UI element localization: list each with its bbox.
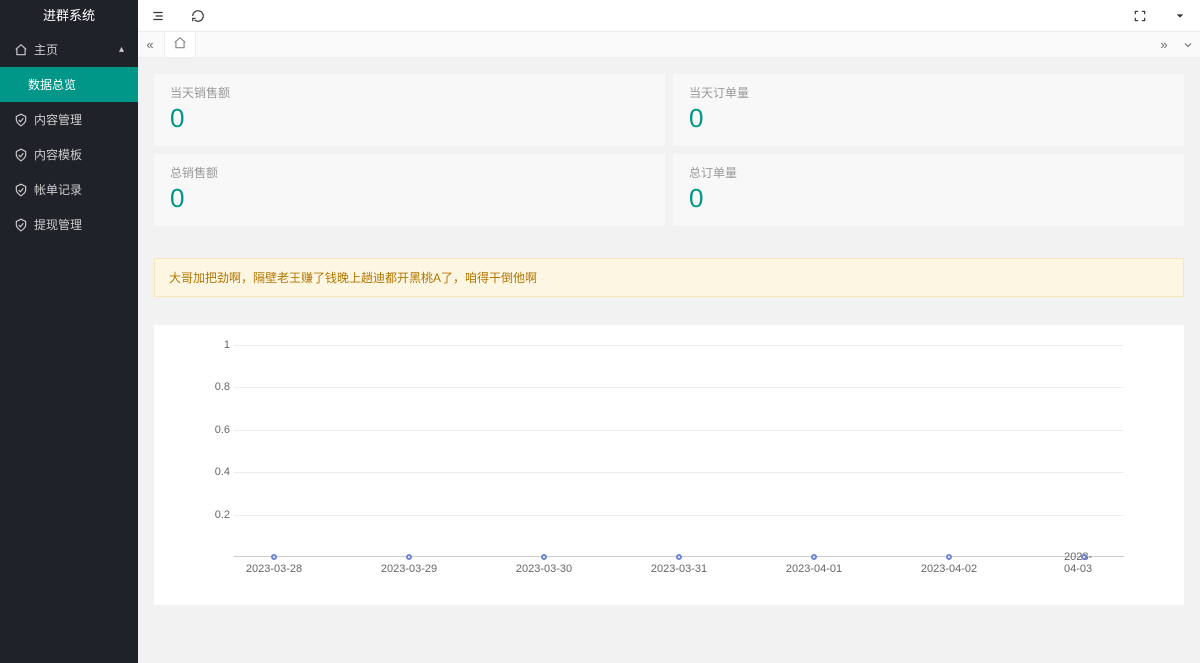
nav-item-label: 内容管理 (34, 111, 82, 128)
tab-home[interactable] (164, 31, 196, 57)
chart-point (946, 554, 952, 560)
stat-today-orders: 当天订单量 0 (673, 74, 1184, 146)
nav-item-label: 提现管理 (34, 216, 82, 233)
shield-icon (14, 148, 28, 162)
shield-icon (14, 183, 28, 197)
nav-item-label: 内容模板 (34, 146, 82, 163)
chart-point (541, 554, 547, 560)
chart-x-tick: 2023-03-31 (651, 563, 707, 575)
home-icon (173, 36, 187, 53)
stat-label: 当天销售额 (170, 84, 649, 101)
nav-item-data-overview[interactable]: 数据总览 (0, 67, 138, 102)
chart-x-tick: 2023-03-28 (246, 563, 302, 575)
stat-value: 0 (170, 183, 649, 214)
chart-point (406, 554, 412, 560)
tabs-scroll-left-button[interactable]: « (138, 32, 162, 57)
chart-point (676, 554, 682, 560)
nav-parent-label: 主页 (34, 41, 58, 58)
sidebar: 进群系统 主页 ▴ 数据总览 内容管理 内容模板 帐单记录 提现管理 (0, 0, 138, 663)
stat-value: 0 (689, 103, 1168, 134)
chart-x-tick: 2023-03-29 (381, 563, 437, 575)
chart-point (271, 554, 277, 560)
chart-x-tick: 2023-03-30 (516, 563, 572, 575)
fullscreen-button[interactable] (1120, 0, 1160, 32)
nav-item-withdraw[interactable]: 提现管理 (0, 207, 138, 242)
tabs-scroll-right-button[interactable]: » (1152, 32, 1176, 57)
stat-total-orders: 总订单量 0 (673, 154, 1184, 226)
chart-panel: 0.2 0.4 0.6 0.8 1 2023-03-28 2023-03-29 2023-03… (154, 325, 1184, 605)
chart-x-tick: 2023-04-02 (921, 563, 977, 575)
stat-today-sales: 当天销售额 0 (154, 74, 665, 146)
content: 当天销售额 0 当天订单量 0 总销售额 0 总订单量 0 大哥加把劲啊，隔壁老… (138, 58, 1200, 663)
home-icon (14, 43, 28, 57)
stat-label: 总销售额 (170, 164, 649, 181)
shield-icon (14, 113, 28, 127)
stat-label: 总订单量 (689, 164, 1168, 181)
refresh-button[interactable] (178, 0, 218, 32)
notice-banner: 大哥加把劲啊，隔壁老王赚了钱晚上趟迪都开黑桃A了，咱得干倒他啊 (154, 258, 1184, 297)
chart-area: 0.20.40.60.812023-03-282023-03-292023-03… (234, 345, 1124, 575)
chart-gridline (234, 387, 1124, 388)
stats-grid: 当天销售额 0 当天订单量 0 总销售额 0 总订单量 0 (154, 74, 1184, 226)
chevron-up-icon: ▴ (119, 44, 124, 55)
chart-x-tick: 2023-04-01 (786, 563, 842, 575)
nav-item-label: 数据总览 (28, 76, 76, 93)
stat-label: 当天订单量 (689, 84, 1168, 101)
app-title: 进群系统 (0, 0, 138, 32)
nav-parent-home[interactable]: 主页 ▴ (0, 32, 138, 67)
chart-gridline (234, 515, 1124, 516)
chart-y-tick: 0.8 (202, 381, 230, 393)
shield-icon (14, 218, 28, 232)
chart-gridline (234, 430, 1124, 431)
collapse-sidebar-button[interactable] (138, 0, 178, 32)
tabbar: « » (138, 32, 1200, 58)
chart-y-tick: 0.4 (202, 466, 230, 478)
stat-value: 0 (689, 183, 1168, 214)
chart-y-tick: 0.2 (202, 509, 230, 521)
nav-item-content-manage[interactable]: 内容管理 (0, 102, 138, 137)
topbar (138, 0, 1200, 32)
stat-value: 0 (170, 103, 649, 134)
more-menu-button[interactable] (1160, 0, 1200, 32)
stat-total-sales: 总销售额 0 (154, 154, 665, 226)
nav-item-billing[interactable]: 帐单记录 (0, 172, 138, 207)
chart-gridline (234, 472, 1124, 473)
chart-point (1081, 554, 1087, 560)
nav-item-content-template[interactable]: 内容模板 (0, 137, 138, 172)
chart-y-tick: 1 (202, 339, 230, 351)
chart-y-tick: 0.6 (202, 424, 230, 436)
tabs-menu-button[interactable] (1176, 32, 1200, 57)
nav-item-label: 帐单记录 (34, 181, 82, 198)
tabs (162, 32, 1152, 57)
chart-point (811, 554, 817, 560)
chart-gridline (234, 345, 1124, 346)
